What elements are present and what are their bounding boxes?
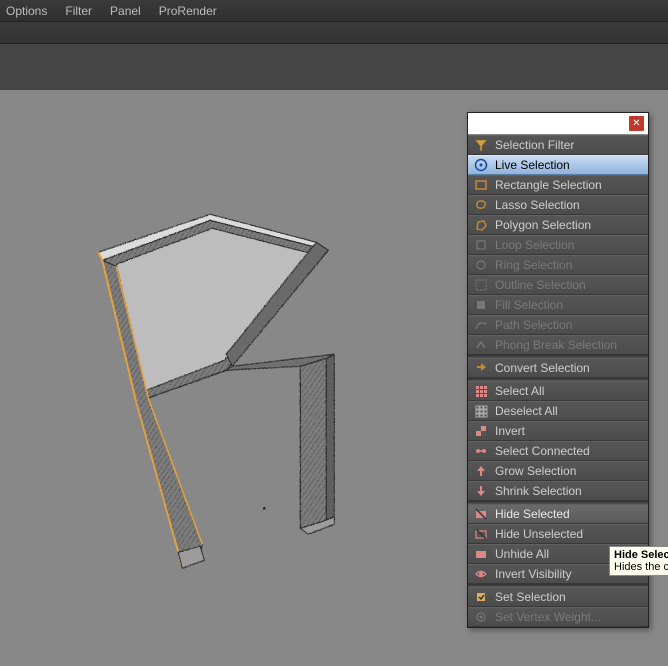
menu-item-label: Fill Selection <box>495 298 563 312</box>
menu-item-outline-selection: Outline Selection <box>468 275 648 295</box>
menu-item-label: Shrink Selection <box>495 484 582 498</box>
close-icon[interactable]: ✕ <box>629 116 644 131</box>
circle-icon <box>473 157 489 173</box>
tooltip-title: Hide Selecte <box>614 549 668 561</box>
shrink-icon <box>473 483 489 499</box>
invert-icon <box>473 423 489 439</box>
grid0-icon <box>473 403 489 419</box>
phong-icon <box>473 337 489 353</box>
menu-item-rectangle-selection[interactable]: Rectangle Selection <box>468 175 648 195</box>
menu-item-loop-selection: Loop Selection <box>468 235 648 255</box>
invvis-icon <box>473 566 489 582</box>
hideun-icon <box>473 526 489 542</box>
weight-icon <box>473 609 489 625</box>
menu-item-label: Hide Selected <box>495 507 570 521</box>
hide-icon <box>473 506 489 522</box>
path-icon <box>473 317 489 333</box>
tooltip-body: Hides the cu <box>614 561 668 573</box>
menu-prorender[interactable]: ProRender <box>159 4 217 18</box>
menu-item-phong-break-selection: Phong Break Selection <box>468 335 648 355</box>
menu-item-label: Invert Visibility <box>495 567 571 581</box>
menu-item-deselect-all[interactable]: Deselect All <box>468 401 648 421</box>
menu-item-path-selection: Path Selection <box>468 315 648 335</box>
menu-item-invert[interactable]: Invert <box>468 421 648 441</box>
menu-item-grow-selection[interactable]: Grow Selection <box>468 461 648 481</box>
menu-filter[interactable]: Filter <box>65 4 92 18</box>
menu-item-set-vertex-weight: Set Vertex Weight... <box>468 607 648 627</box>
menu-item-live-selection[interactable]: Live Selection <box>468 155 648 175</box>
menu-item-label: Polygon Selection <box>495 218 591 232</box>
filter-icon <box>473 137 489 153</box>
convert-icon <box>473 360 489 376</box>
menu-item-label: Unhide All <box>495 547 549 561</box>
menu-item-hide-unselected[interactable]: Hide Unselected <box>468 524 648 544</box>
menu-item-label: Rectangle Selection <box>495 178 602 192</box>
toolbar-strip <box>0 22 668 44</box>
set-icon <box>473 589 489 605</box>
grow-icon <box>473 463 489 479</box>
menu-item-label: Invert <box>495 424 525 438</box>
connected-icon <box>473 443 489 459</box>
menu-options[interactable]: Options <box>6 4 47 18</box>
loop-icon <box>473 237 489 253</box>
menu-item-label: Set Selection <box>495 590 566 604</box>
menu-panel[interactable]: Panel <box>110 4 141 18</box>
menu-item-label: Convert Selection <box>495 361 590 375</box>
menu-item-label: Path Selection <box>495 318 572 332</box>
unhide-icon <box>473 546 489 562</box>
menu-item-label: Grow Selection <box>495 464 576 478</box>
menu-item-fill-selection: Fill Selection <box>468 295 648 315</box>
menu-item-label: Select Connected <box>495 444 590 458</box>
menu-item-label: Deselect All <box>495 404 558 418</box>
grid9-icon <box>473 383 489 399</box>
menu-item-label: Phong Break Selection <box>495 338 617 352</box>
rect-icon <box>473 177 489 193</box>
menu-item-convert-selection[interactable]: Convert Selection <box>468 358 648 378</box>
menu-item-selection-filter[interactable]: Selection Filter <box>468 135 648 155</box>
menu-item-select-all[interactable]: Select All <box>468 381 648 401</box>
menu-item-lasso-selection[interactable]: Lasso Selection <box>468 195 648 215</box>
menu-item-label: Loop Selection <box>495 238 574 252</box>
menu-item-label: Hide Unselected <box>495 527 583 541</box>
lasso-icon <box>473 197 489 213</box>
main-menubar[interactable]: Options Filter Panel ProRender <box>0 0 668 22</box>
tooltip-hide-selected: Hide Selecte Hides the cu <box>609 546 668 576</box>
panel-titlebar[interactable]: ✕ <box>468 113 648 135</box>
menu-item-label: Lasso Selection <box>495 198 580 212</box>
menu-item-label: Select All <box>495 384 544 398</box>
menu-item-select-connected[interactable]: Select Connected <box>468 441 648 461</box>
ring-icon <box>473 257 489 273</box>
menu-item-label: Selection Filter <box>495 138 574 152</box>
menu-item-polygon-selection[interactable]: Polygon Selection <box>468 215 648 235</box>
fill-icon <box>473 297 489 313</box>
menu-item-label: Live Selection <box>495 158 570 172</box>
menu-item-label: Ring Selection <box>495 258 572 272</box>
menu-item-ring-selection: Ring Selection <box>468 255 648 275</box>
menu-item-label: Set Vertex Weight... <box>495 610 601 624</box>
menu-item-shrink-selection[interactable]: Shrink Selection <box>468 481 648 501</box>
poly-icon <box>473 217 489 233</box>
menu-item-hide-selected[interactable]: Hide Selected <box>468 504 648 524</box>
menu-item-set-selection[interactable]: Set Selection <box>468 587 648 607</box>
outline-icon <box>473 277 489 293</box>
menu-item-label: Outline Selection <box>495 278 586 292</box>
